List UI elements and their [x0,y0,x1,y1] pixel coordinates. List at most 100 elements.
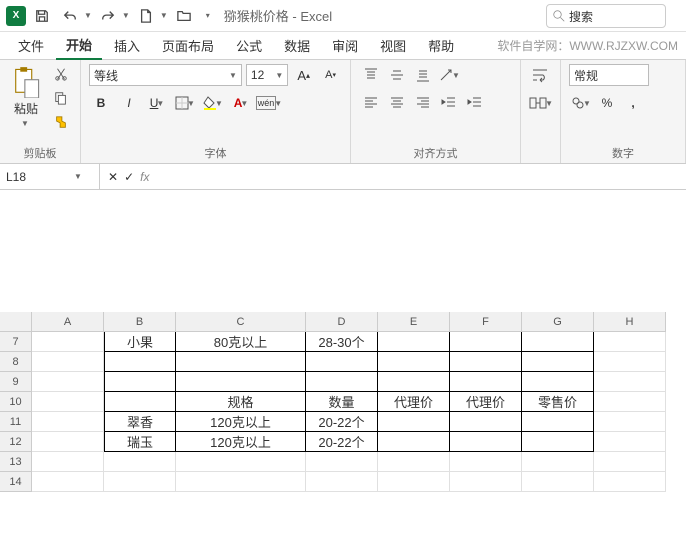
cell[interactable]: 瑞玉 [104,432,176,452]
col-header[interactable]: G [522,312,594,332]
tab-formulas[interactable]: 公式 [226,32,272,59]
cell[interactable]: 120克以上 [176,432,306,452]
cell[interactable] [522,332,594,352]
cell[interactable] [32,412,104,432]
cell[interactable]: 20-22个 [306,432,378,452]
cell[interactable] [306,452,378,472]
new-file-button[interactable] [134,4,158,28]
tab-help[interactable]: 帮助 [418,32,464,59]
row-header[interactable]: 8 [0,352,32,372]
cell[interactable] [104,392,176,412]
cell[interactable] [306,372,378,392]
cell[interactable] [306,472,378,492]
tab-insert[interactable]: 插入 [104,32,150,59]
cell[interactable] [594,472,666,492]
cell[interactable] [378,352,450,372]
cell[interactable] [522,372,594,392]
cell[interactable]: 翠香 [104,412,176,432]
cell[interactable] [594,392,666,412]
copy-button[interactable] [50,88,72,108]
cancel-formula-icon[interactable]: ✕ [108,170,118,184]
paste-button[interactable]: 粘贴 ▼ [8,64,44,132]
tab-home[interactable]: 开始 [56,31,102,60]
comma-button[interactable]: , [621,92,645,114]
cell[interactable] [450,432,522,452]
cell[interactable] [306,352,378,372]
cell[interactable]: 80克以上 [176,332,306,352]
cell[interactable] [594,452,666,472]
cell[interactable] [522,452,594,472]
cell[interactable] [176,452,306,472]
row-header[interactable]: 13 [0,452,32,472]
cell[interactable] [104,372,176,392]
increase-font-button[interactable]: A▴ [292,64,315,86]
font-color-button[interactable]: A▼ [229,92,253,114]
cell[interactable] [32,332,104,352]
cell[interactable] [450,332,522,352]
cell[interactable] [522,412,594,432]
increase-indent-button[interactable] [463,92,487,114]
cell[interactable] [378,412,450,432]
cell[interactable] [450,472,522,492]
row-header[interactable]: 9 [0,372,32,392]
paste-dropdown-icon[interactable]: ▼ [21,119,29,128]
cell[interactable] [32,472,104,492]
percent-button[interactable]: % [595,92,619,114]
cell[interactable]: 零售价 [522,392,594,412]
search-input[interactable]: 搜索 [546,4,666,28]
font-size-combo[interactable]: 12▼ [246,64,288,86]
cell[interactable] [176,352,306,372]
cell[interactable] [32,432,104,452]
cell[interactable] [32,392,104,412]
cell[interactable] [450,372,522,392]
cell[interactable]: 数量 [306,392,378,412]
decrease-font-button[interactable]: A▾ [319,64,342,86]
cell[interactable]: 28-30个 [306,332,378,352]
cell[interactable] [594,412,666,432]
phonetic-button[interactable]: wén▼ [257,92,281,114]
cell[interactable] [32,352,104,372]
orientation-button[interactable]: ▼ [437,64,461,86]
align-bottom-button[interactable] [411,64,435,86]
cell[interactable] [450,412,522,432]
accounting-format-button[interactable]: ▼ [569,92,593,114]
new-dropdown-icon[interactable]: ▼ [160,11,168,20]
cell[interactable] [594,432,666,452]
cell[interactable] [450,352,522,372]
number-format-combo[interactable]: 常规 [569,64,649,86]
cell[interactable] [522,472,594,492]
fill-color-button[interactable]: ▼ [201,92,225,114]
align-left-button[interactable] [359,92,383,114]
cell[interactable] [378,332,450,352]
cut-button[interactable] [50,64,72,84]
name-box-dropdown-icon[interactable]: ▼ [74,172,82,181]
col-header[interactable]: A [32,312,104,332]
cell[interactable]: 规格 [176,392,306,412]
align-right-button[interactable] [411,92,435,114]
name-box-input[interactable] [6,170,76,184]
row-header[interactable]: 12 [0,432,32,452]
col-header[interactable]: B [104,312,176,332]
decrease-indent-button[interactable] [437,92,461,114]
cell[interactable] [104,352,176,372]
cell[interactable] [32,452,104,472]
align-center-button[interactable] [385,92,409,114]
confirm-formula-icon[interactable]: ✓ [124,170,134,184]
cell[interactable]: 20-22个 [306,412,378,432]
qat-overflow-icon[interactable]: ▾ [206,11,210,20]
cell[interactable]: 120克以上 [176,412,306,432]
cell[interactable] [32,372,104,392]
cell[interactable] [450,452,522,472]
undo-dropdown-icon[interactable]: ▼ [84,11,92,20]
align-middle-button[interactable] [385,64,409,86]
cell[interactable] [378,472,450,492]
redo-button[interactable] [96,4,120,28]
row-header[interactable]: 7 [0,332,32,352]
redo-dropdown-icon[interactable]: ▼ [122,11,130,20]
border-button[interactable]: ▼ [173,92,197,114]
cell[interactable] [378,452,450,472]
open-folder-button[interactable] [172,4,196,28]
row-header[interactable]: 14 [0,472,32,492]
col-header[interactable]: D [306,312,378,332]
tab-review[interactable]: 审阅 [322,32,368,59]
